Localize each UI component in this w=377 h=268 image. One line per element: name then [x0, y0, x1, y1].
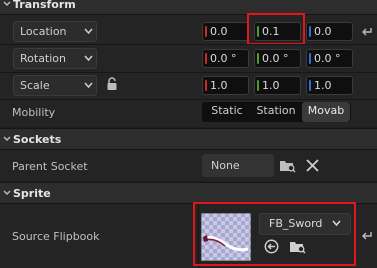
scale-label: Scale [20, 79, 50, 92]
rotation-z-value: 0.0 ° [314, 52, 341, 65]
browse-folder-icon[interactable] [279, 158, 296, 173]
scale-z-value: 1.0 [314, 79, 332, 92]
source-flipbook-label: Source Flipbook [12, 230, 100, 243]
mobility-stationary-option[interactable]: Station [252, 102, 300, 122]
mobility-label: Mobility [12, 106, 56, 119]
location-dropdown[interactable]: Location [13, 21, 97, 42]
rotation-x-value: 0.0 ° [210, 52, 237, 65]
rotation-dropdown[interactable]: Rotation [13, 48, 97, 69]
rotation-y-field[interactable]: 0.0 ° [254, 49, 301, 68]
chevron-down-icon [3, 1, 11, 6]
rotation-z-field[interactable]: 0.0 ° [306, 49, 353, 68]
highlight-box [193, 202, 356, 266]
lock-icon[interactable] [106, 77, 118, 91]
parent-socket-value: None [211, 159, 240, 172]
rotation-x-field[interactable]: 0.0 ° [202, 49, 249, 68]
y-axis-indicator [257, 53, 259, 64]
z-axis-indicator [309, 80, 311, 91]
scale-y-value: 1.0 [262, 79, 280, 92]
clear-icon[interactable] [306, 159, 319, 172]
scale-dropdown[interactable]: Scale [13, 75, 97, 96]
x-axis-indicator [205, 80, 207, 91]
scale-y-field[interactable]: 1.0 [254, 76, 301, 95]
scale-x-field[interactable]: 1.0 [202, 76, 249, 95]
section-title: Sprite [13, 187, 51, 200]
section-title: Transform [13, 0, 76, 11]
location-z-value: 0.0 [314, 25, 332, 38]
x-axis-indicator [205, 53, 207, 64]
location-label: Location [20, 25, 67, 38]
scale-x-value: 1.0 [210, 79, 228, 92]
scale-z-field[interactable]: 1.0 [306, 76, 353, 95]
chevron-down-icon [84, 55, 93, 62]
chevron-down-icon [84, 82, 93, 89]
mobility-static-option[interactable]: Static [204, 102, 250, 122]
parent-socket-field[interactable]: None [202, 154, 274, 177]
highlight-box [247, 13, 305, 45]
z-axis-indicator [309, 53, 311, 64]
location-x-value: 0.0 [210, 25, 228, 38]
reset-to-default-icon[interactable] [361, 26, 373, 37]
location-x-field[interactable]: 0.0 [202, 22, 249, 41]
z-axis-indicator [309, 26, 311, 37]
rotation-y-value: 0.0 ° [262, 52, 289, 65]
mobility-movable-option[interactable]: Movab [302, 102, 350, 122]
x-axis-indicator [205, 26, 207, 37]
y-axis-indicator [257, 80, 259, 91]
transform-section-header[interactable]: Transform [0, 0, 377, 15]
sprite-section-header[interactable]: Sprite [0, 182, 377, 204]
chevron-down-icon [3, 136, 11, 141]
sockets-section-header[interactable]: Sockets [0, 128, 377, 150]
parent-socket-label: Parent Socket [12, 160, 88, 173]
rotation-label: Rotation [20, 52, 67, 65]
location-z-field[interactable]: 0.0 [306, 22, 353, 41]
chevron-down-icon [3, 190, 11, 195]
chevron-down-icon [84, 28, 93, 35]
reset-to-default-icon[interactable] [361, 230, 373, 241]
section-title: Sockets [13, 133, 62, 146]
